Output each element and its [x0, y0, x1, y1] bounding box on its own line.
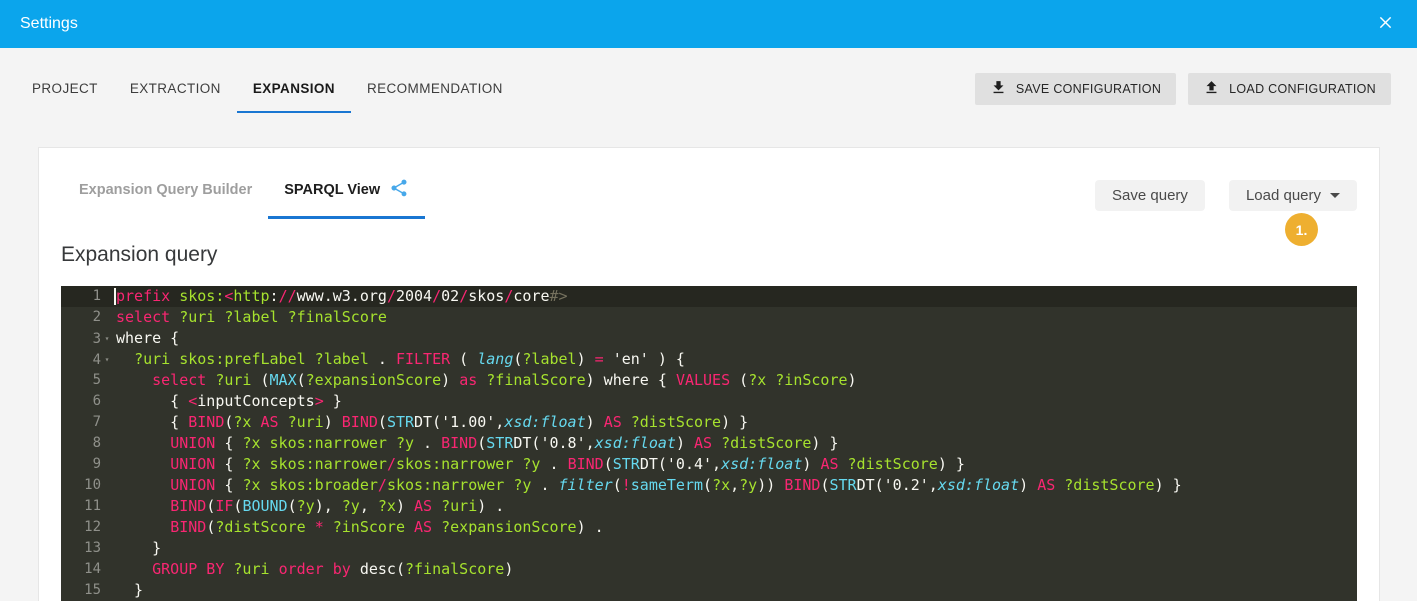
text-cursor: [114, 288, 116, 305]
dialog-title: Settings: [20, 15, 78, 33]
code-text: { <inputConcepts> }: [113, 391, 342, 412]
code-line[interactable]: 12 BIND(?distScore * ?inScore AS ?expans…: [61, 517, 1357, 538]
fold-toggle-icon[interactable]: ▾: [101, 349, 113, 370]
panel-header: Expansion Query Builder SPARQL View Save…: [61, 148, 1357, 219]
main-tabs: PROJECT EXTRACTION EXPANSION RECOMMENDAT…: [16, 73, 519, 113]
expansion-panel: Expansion Query Builder SPARQL View Save…: [38, 147, 1380, 601]
code-text: UNION { ?x skos:narrower ?y . BIND(STRDT…: [113, 433, 839, 454]
code-line[interactable]: 2select ?uri ?label ?finalScore: [61, 307, 1357, 328]
code-line[interactable]: 15 }: [61, 580, 1357, 601]
load-query-button[interactable]: Load query: [1229, 180, 1357, 211]
close-icon: [1376, 13, 1395, 35]
save-query-label: Save query: [1112, 187, 1188, 204]
code-line[interactable]: 3▾where {: [61, 328, 1357, 349]
chevron-down-icon: [1330, 193, 1340, 198]
code-line[interactable]: 7 { BIND(?x AS ?uri) BIND(STRDT('1.00',x…: [61, 412, 1357, 433]
code-line[interactable]: 13 }: [61, 538, 1357, 559]
code-line[interactable]: 9 UNION { ?x skos:narrower/skos:narrower…: [61, 454, 1357, 475]
line-number: 6: [61, 391, 113, 412]
fold-toggle-icon[interactable]: ▾: [101, 328, 113, 349]
code-text: select ?uri ?label ?finalScore: [113, 307, 387, 328]
code-text: { BIND(?x AS ?uri) BIND(STRDT('1.00',xsd…: [113, 412, 748, 433]
code-text: UNION { ?x skos:narrower/skos:narrower ?…: [113, 454, 965, 475]
code-text: }: [113, 538, 161, 559]
line-number: 12: [61, 517, 113, 538]
code-line[interactable]: 5 select ?uri (MAX(?expansionScore) as ?…: [61, 370, 1357, 391]
close-button[interactable]: [1371, 10, 1399, 38]
toolbar-row: PROJECT EXTRACTION EXPANSION RECOMMENDAT…: [0, 48, 1417, 113]
code-text: BIND(?distScore * ?inScore AS ?expansion…: [113, 517, 604, 538]
panel-tabs: Expansion Query Builder SPARQL View: [63, 174, 425, 219]
line-number: 13: [61, 538, 113, 559]
save-configuration-button[interactable]: SAVE CONFIGURATION: [975, 73, 1176, 105]
line-number: 3▾: [61, 328, 113, 349]
tab-recommendation[interactable]: RECOMMENDATION: [351, 73, 519, 113]
tab-label: Expansion Query Builder: [79, 182, 252, 198]
tab-sparql-view[interactable]: SPARQL View: [268, 174, 425, 219]
settings-dialog: Settings PROJECT EXTRACTION EXPANSION RE…: [0, 0, 1417, 601]
code-text: where {: [113, 328, 179, 349]
tab-project[interactable]: PROJECT: [16, 73, 114, 113]
tab-expansion-query-builder[interactable]: Expansion Query Builder: [63, 174, 268, 219]
code-text: BIND(IF(BOUND(?y), ?y, ?x) AS ?uri) .: [113, 496, 504, 517]
save-configuration-label: SAVE CONFIGURATION: [1016, 82, 1161, 96]
code-lines: 1prefix skos:<http://www.w3.org/2004/02/…: [61, 286, 1357, 601]
code-line[interactable]: 6 { <inputConcepts> }: [61, 391, 1357, 412]
code-line[interactable]: 14 GROUP BY ?uri order by desc(?finalSco…: [61, 559, 1357, 580]
code-text: prefix skos:<http://www.w3.org/2004/02/s…: [113, 286, 568, 307]
code-text: ?uri skos:prefLabel ?label . FILTER ( la…: [113, 349, 685, 370]
dialog-header: Settings: [0, 0, 1417, 48]
step-badge: 1.: [1285, 213, 1318, 246]
line-number: 9: [61, 454, 113, 475]
line-number: 10: [61, 475, 113, 496]
line-number: 5: [61, 370, 113, 391]
line-number: 7: [61, 412, 113, 433]
sparql-editor[interactable]: 1prefix skos:<http://www.w3.org/2004/02/…: [61, 286, 1357, 601]
upload-icon: [1203, 79, 1220, 99]
code-line[interactable]: 1prefix skos:<http://www.w3.org/2004/02/…: [61, 286, 1357, 307]
line-number: 4▾: [61, 349, 113, 370]
share-icon: [389, 178, 409, 202]
download-icon: [990, 79, 1007, 99]
line-number: 15: [61, 580, 113, 601]
line-number: 11: [61, 496, 113, 517]
code-line[interactable]: 8 UNION { ?x skos:narrower ?y . BIND(STR…: [61, 433, 1357, 454]
line-number: 2: [61, 307, 113, 328]
tab-expansion[interactable]: EXPANSION: [237, 73, 351, 113]
code-text: GROUP BY ?uri order by desc(?finalScore): [113, 559, 513, 580]
code-text: UNION { ?x skos:broader/skos:narrower ?y…: [113, 475, 1182, 496]
code-text: select ?uri (MAX(?expansionScore) as ?fi…: [113, 370, 857, 391]
load-configuration-label: LOAD CONFIGURATION: [1229, 82, 1376, 96]
line-number: 8: [61, 433, 113, 454]
line-number: 1: [61, 286, 113, 307]
save-query-button[interactable]: Save query: [1095, 180, 1205, 211]
code-line[interactable]: 11 BIND(IF(BOUND(?y), ?y, ?x) AS ?uri) .: [61, 496, 1357, 517]
load-configuration-button[interactable]: LOAD CONFIGURATION: [1188, 73, 1391, 105]
tab-label: SPARQL View: [284, 182, 380, 198]
tab-extraction[interactable]: EXTRACTION: [114, 73, 237, 113]
line-number: 14: [61, 559, 113, 580]
load-query-label: Load query: [1246, 187, 1321, 204]
code-text: }: [113, 580, 143, 601]
query-buttons: Save query Load query: [1095, 180, 1357, 211]
expansion-query-heading: Expansion query: [61, 243, 1357, 267]
code-line[interactable]: 10 UNION { ?x skos:broader/skos:narrower…: [61, 475, 1357, 496]
configuration-buttons: SAVE CONFIGURATION LOAD CONFIGURATION: [975, 73, 1391, 105]
code-line[interactable]: 4▾ ?uri skos:prefLabel ?label . FILTER (…: [61, 349, 1357, 370]
